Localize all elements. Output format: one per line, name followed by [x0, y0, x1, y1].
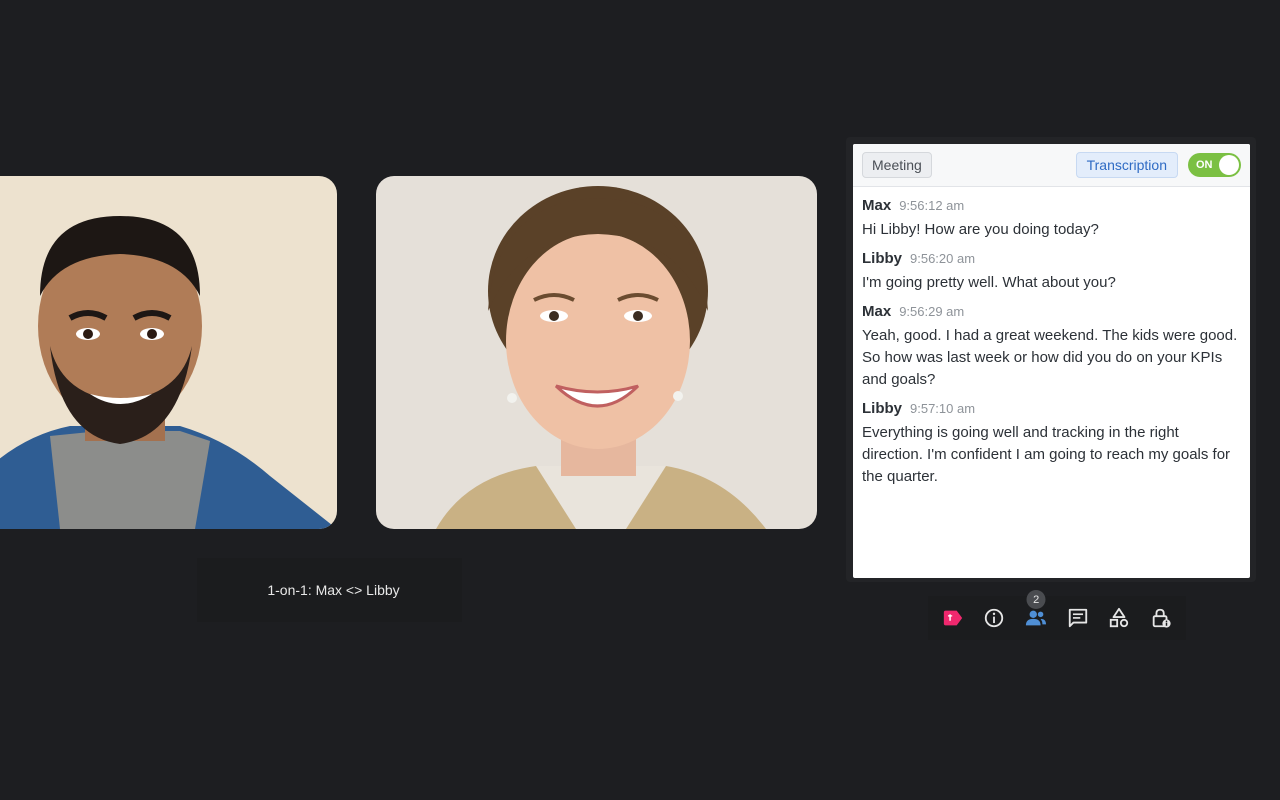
- toggle-label: ON: [1196, 159, 1213, 171]
- transcript-message: Max 9:56:12 am Hi Libby! How are you doi…: [862, 197, 1241, 241]
- shapes-icon: [1110, 607, 1129, 628]
- message-header: Max 9:56:12 am: [862, 197, 1241, 219]
- message-header: Max 9:56:29 am: [862, 303, 1241, 325]
- info-icon: [985, 608, 1004, 628]
- shapes-button[interactable]: [1103, 602, 1135, 634]
- speaker-name: Libby: [862, 250, 902, 267]
- message-time: 9:57:10 am: [910, 401, 976, 416]
- chat-button[interactable]: [1062, 602, 1094, 634]
- message-header: Libby 9:56:20 am: [862, 250, 1241, 272]
- message-time: 9:56:29 am: [899, 304, 965, 319]
- tag-icon: [943, 610, 962, 626]
- participants-button[interactable]: 2: [1020, 590, 1052, 634]
- meeting-title: 1-on-1: Max <> Libby: [197, 558, 462, 622]
- transcript-message: Libby 9:56:20 am I'm going pretty well. …: [862, 250, 1241, 294]
- tab-transcription[interactable]: Transcription: [1075, 152, 1178, 178]
- speaker-name: Libby: [862, 400, 902, 417]
- message-text: I'm going pretty well. What about you?: [862, 274, 1116, 291]
- message-time: 9:56:12 am: [899, 198, 965, 213]
- message-text: Hi Libby! How are you doing today?: [862, 221, 1099, 238]
- transcript-message: Libby 9:57:10 am Everything is going wel…: [862, 400, 1241, 488]
- message-text: Everything is going well and tracking in…: [862, 424, 1231, 485]
- transcript-panel: Meeting Transcription ON Max 9:56:12 am …: [853, 144, 1250, 578]
- meeting-stage: 1-on-1: Max <> Libby Meeting Transcripti…: [0, 0, 1280, 800]
- transcript-message: Max 9:56:29 am Yeah, good. I had a great…: [862, 303, 1241, 391]
- lock-icon: [1152, 608, 1171, 628]
- participant-video-libby: [376, 176, 817, 529]
- tab-meeting[interactable]: Meeting: [862, 152, 932, 178]
- toggle-knob: [1219, 155, 1239, 175]
- lock-button[interactable]: [1145, 602, 1177, 634]
- chat-icon: [1068, 608, 1087, 628]
- message-header: Libby 9:57:10 am: [862, 400, 1241, 422]
- meeting-toolbar: 2: [928, 590, 1186, 640]
- video-tile-max[interactable]: [0, 176, 337, 529]
- message-time: 9:56:20 am: [910, 251, 976, 266]
- people-icon: [1026, 610, 1047, 626]
- participant-count-badge: 2: [1026, 590, 1046, 609]
- panel-header: Meeting Transcription ON: [853, 144, 1250, 187]
- tag-button[interactable]: [937, 602, 969, 634]
- transcript-messages: Max 9:56:12 am Hi Libby! How are you doi…: [853, 187, 1250, 488]
- speaker-name: Max: [862, 197, 892, 214]
- info-button[interactable]: [978, 602, 1010, 634]
- message-text: Yeah, good. I had a great weekend. The k…: [862, 327, 1238, 388]
- speaker-name: Max: [862, 303, 892, 320]
- transcription-toggle[interactable]: ON: [1188, 153, 1241, 177]
- video-tile-libby[interactable]: [376, 176, 817, 529]
- participant-video-max: [0, 176, 337, 529]
